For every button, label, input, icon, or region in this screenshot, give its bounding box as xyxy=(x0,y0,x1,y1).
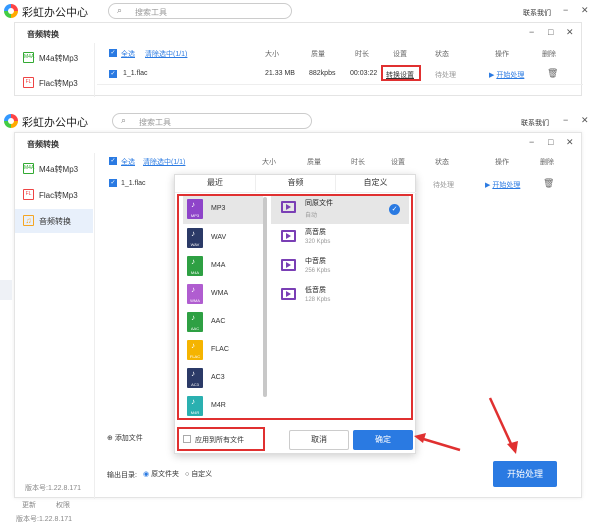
arrow-to-start xyxy=(488,397,514,447)
arrow-head-confirm xyxy=(414,433,426,443)
arrow-to-confirm xyxy=(419,436,461,452)
arrow-head-start xyxy=(507,441,518,454)
annotation-arrows xyxy=(414,397,518,454)
